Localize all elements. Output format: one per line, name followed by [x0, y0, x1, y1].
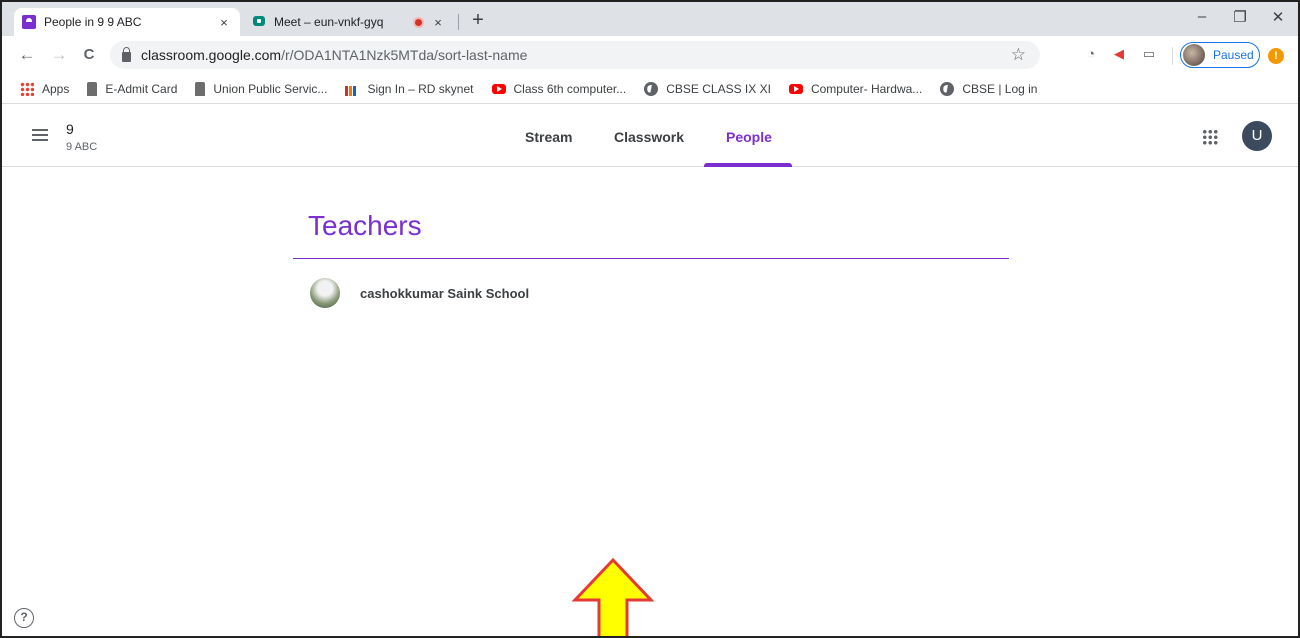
classroom-favicon-icon	[22, 15, 36, 29]
tab-title: Meet – eun-vnkf-gyq	[274, 15, 384, 29]
update-warning-icon[interactable]: !	[1268, 48, 1284, 64]
tab-title: People in 9 9 ABC	[44, 15, 142, 29]
bookmarks-bar: Apps E-Admit Card Union Public Servic...…	[2, 74, 1298, 104]
new-tab-button[interactable]: +	[466, 10, 490, 32]
window-extension-icon[interactable]: ▭	[1140, 46, 1158, 64]
tab-meet[interactable]: Meet – eun-vnkf-gyq ×	[244, 8, 454, 36]
address-bar[interactable]: classroom.google.com/r/ODA1NTA1Nzk5MTda/…	[110, 41, 1040, 69]
bookmark-cbse-login[interactable]: CBSE | Log in	[940, 81, 1038, 96]
youtube-icon	[788, 83, 803, 94]
tab-people[interactable]: People	[726, 129, 772, 145]
meet-favicon-icon	[252, 15, 266, 29]
youtube-icon	[491, 83, 506, 94]
bookmark-label: Apps	[42, 81, 70, 96]
teacher-name: cashokkumar Saink School	[360, 285, 530, 301]
emblem-icon	[87, 81, 98, 96]
close-tab-icon[interactable]: ×	[216, 15, 232, 30]
bookmark-star-icon[interactable]: ☆	[1011, 45, 1026, 65]
tab-people[interactable]: People in 9 9 ABC ×	[14, 8, 240, 36]
bookmark-label: CBSE | Log in	[962, 81, 1038, 96]
close-tab-icon[interactable]: ×	[430, 15, 446, 30]
teacher-row[interactable]: cashokkumar Saink School	[310, 278, 529, 308]
bookmark-label: Sign In – RD skynet	[367, 81, 474, 96]
forward-button[interactable]: →	[48, 44, 70, 66]
bookmark-label: Computer- Hardwa...	[810, 81, 923, 96]
bookmark-class-6th[interactable]: Class 6th computer...	[491, 81, 627, 96]
speed-dial-icon[interactable]: ◔	[1082, 46, 1100, 64]
teachers-heading: Teachers	[308, 210, 422, 241]
url-host: classroom.google.com	[141, 47, 282, 63]
bookmark-label: Class 6th computer...	[513, 81, 627, 96]
url-path: /r/ODA1NTA1Nzk5MTda/sort-last-name	[281, 47, 528, 63]
bookmark-apps[interactable]: Apps	[20, 81, 70, 96]
megaphone-icon[interactable]: ◀	[1110, 46, 1128, 64]
tab-strip: People in 9 9 ABC × Meet – eun-vnkf-gyq …	[2, 2, 1298, 36]
browser-toolbar: ← → C classroom.google.com/r/ODA1NTA1Nzk…	[2, 36, 1298, 74]
active-tab-indicator	[704, 163, 792, 167]
classroom-header: 9 9 ABC Stream Classwork People U	[2, 105, 1298, 167]
profile-status: Paused	[1213, 48, 1254, 62]
bar-logo-icon	[345, 85, 360, 96]
up-arrow-annotation-icon	[571, 558, 655, 636]
restore-button[interactable]: ❐	[1220, 8, 1260, 30]
bookmark-cbse-class[interactable]: CBSE CLASS IX XI	[644, 81, 771, 96]
class-name[interactable]: 9	[66, 121, 74, 137]
emblem-icon	[195, 81, 206, 96]
tab-classwork[interactable]: Classwork	[614, 129, 684, 145]
section-divider	[293, 258, 1009, 259]
profile-button[interactable]: Paused	[1180, 42, 1260, 68]
class-section: 9 ABC	[66, 141, 98, 153]
browser-window: People in 9 9 ABC × Meet – eun-vnkf-gyq …	[0, 0, 1300, 638]
lock-icon	[122, 46, 131, 62]
back-button[interactable]: ←	[16, 44, 38, 66]
user-avatar[interactable]: U	[1242, 121, 1272, 151]
apps-grid-icon	[20, 81, 34, 96]
bookmark-e-admit-card[interactable]: E-Admit Card	[87, 81, 178, 96]
toolbar-divider	[1172, 47, 1173, 65]
reload-button[interactable]: C	[78, 44, 100, 66]
tab-divider	[458, 14, 459, 30]
minimize-button[interactable]: –	[1182, 8, 1222, 30]
tab-stream[interactable]: Stream	[525, 129, 572, 145]
recording-icon	[413, 16, 424, 28]
bookmark-label: CBSE CLASS IX XI	[666, 81, 771, 96]
close-window-button[interactable]: ✕	[1258, 8, 1298, 30]
globe-icon	[644, 81, 659, 96]
bookmark-upsc[interactable]: Union Public Servic...	[195, 81, 328, 96]
bookmark-computer-hardware[interactable]: Computer- Hardwa...	[788, 81, 923, 96]
profile-avatar	[1183, 44, 1205, 66]
bookmark-label: Union Public Servic...	[213, 81, 328, 96]
teacher-avatar	[310, 278, 340, 308]
bookmark-rd-skynet[interactable]: Sign In – RD skynet	[345, 81, 474, 96]
globe-icon	[940, 81, 955, 96]
help-icon[interactable]: ?	[14, 608, 34, 628]
bookmark-label: E-Admit Card	[105, 81, 178, 96]
google-apps-icon[interactable]	[1202, 129, 1218, 145]
main-menu-icon[interactable]	[32, 129, 48, 141]
